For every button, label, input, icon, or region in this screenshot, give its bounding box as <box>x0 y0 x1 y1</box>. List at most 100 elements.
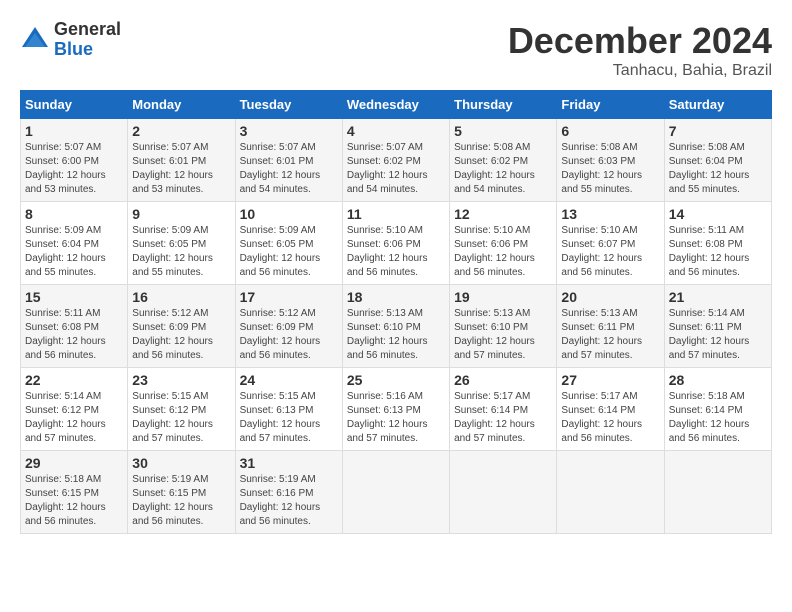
day-info: Sunrise: 5:10 AM Sunset: 6:07 PM Dayligh… <box>561 224 659 280</box>
day-info: Sunrise: 5:18 AM Sunset: 6:15 PM Dayligh… <box>25 473 123 529</box>
calendar-cell: 8 Sunrise: 5:09 AM Sunset: 6:04 PM Daylig… <box>21 202 128 285</box>
day-number: 26 <box>454 372 552 388</box>
calendar-cell: 25Sunrise: 5:16 AM Sunset: 6:13 PM Dayli… <box>342 368 449 451</box>
calendar-cell: 12 Sunrise: 5:10 AM Sunset: 6:06 PM Dayli… <box>450 202 557 285</box>
week-row-4: 22 Sunrise: 5:14 AM Sunset: 6:12 PM Dayli… <box>21 368 772 451</box>
header-cell-thursday: Thursday <box>450 91 557 119</box>
day-number: 17 <box>240 289 338 305</box>
logo-blue: Blue <box>54 40 121 60</box>
calendar-table: SundayMondayTuesdayWednesdayThursdayFrid… <box>20 90 772 534</box>
day-info: Sunrise: 5:08 AM Sunset: 6:02 PM Dayligh… <box>454 141 552 197</box>
day-number: 8 <box>25 206 123 222</box>
day-info: Sunrise: 5:19 AM Sunset: 6:15 PM Dayligh… <box>132 473 230 529</box>
day-number: 22 <box>25 372 123 388</box>
day-number: 1 <box>25 123 123 139</box>
page-header: General Blue December 2024 Tanhacu, Bahi… <box>20 20 772 80</box>
day-number: 31 <box>240 455 338 471</box>
day-number: 18 <box>347 289 445 305</box>
calendar-body: 1 Sunrise: 5:07 AM Sunset: 6:00 PM Daylig… <box>21 119 772 534</box>
day-number: 19 <box>454 289 552 305</box>
calendar-cell: 26Sunrise: 5:17 AM Sunset: 6:14 PM Dayli… <box>450 368 557 451</box>
day-number: 12 <box>454 206 552 222</box>
calendar-cell: 22 Sunrise: 5:14 AM Sunset: 6:12 PM Dayli… <box>21 368 128 451</box>
day-number: 10 <box>240 206 338 222</box>
calendar-cell <box>557 451 664 534</box>
header-cell-sunday: Sunday <box>21 91 128 119</box>
logo-general: General <box>54 20 121 40</box>
calendar-cell: 7Sunrise: 5:08 AM Sunset: 6:04 PM Daylig… <box>664 119 771 202</box>
day-info: Sunrise: 5:18 AM Sunset: 6:14 PM Dayligh… <box>669 390 767 446</box>
calendar-cell: 30 Sunrise: 5:19 AM Sunset: 6:15 PM Dayli… <box>128 451 235 534</box>
calendar-cell: 3 Sunrise: 5:07 AM Sunset: 6:01 PM Daylig… <box>235 119 342 202</box>
calendar-cell: 11Sunrise: 5:10 AM Sunset: 6:06 PM Dayli… <box>342 202 449 285</box>
header-cell-saturday: Saturday <box>664 91 771 119</box>
day-number: 9 <box>132 206 230 222</box>
calendar-cell: 6 Sunrise: 5:08 AM Sunset: 6:03 PM Daylig… <box>557 119 664 202</box>
day-info: Sunrise: 5:11 AM Sunset: 6:08 PM Dayligh… <box>669 224 767 280</box>
calendar-cell: 9 Sunrise: 5:09 AM Sunset: 6:05 PM Daylig… <box>128 202 235 285</box>
calendar-cell: 19 Sunrise: 5:13 AM Sunset: 6:10 PM Dayli… <box>450 285 557 368</box>
day-number: 5 <box>454 123 552 139</box>
calendar-cell <box>342 451 449 534</box>
day-number: 30 <box>132 455 230 471</box>
week-row-3: 15Sunrise: 5:11 AM Sunset: 6:08 PM Dayli… <box>21 285 772 368</box>
title-block: December 2024 Tanhacu, Bahia, Brazil <box>508 20 772 80</box>
day-info: Sunrise: 5:09 AM Sunset: 6:04 PM Dayligh… <box>25 224 123 280</box>
week-row-1: 1 Sunrise: 5:07 AM Sunset: 6:00 PM Daylig… <box>21 119 772 202</box>
day-number: 3 <box>240 123 338 139</box>
day-info: Sunrise: 5:14 AM Sunset: 6:11 PM Dayligh… <box>669 307 767 363</box>
calendar-cell <box>664 451 771 534</box>
header-row: SundayMondayTuesdayWednesdayThursdayFrid… <box>21 91 772 119</box>
day-info: Sunrise: 5:09 AM Sunset: 6:05 PM Dayligh… <box>240 224 338 280</box>
day-info: Sunrise: 5:12 AM Sunset: 6:09 PM Dayligh… <box>132 307 230 363</box>
calendar-cell: 28 Sunrise: 5:18 AM Sunset: 6:14 PM Dayli… <box>664 368 771 451</box>
day-number: 16 <box>132 289 230 305</box>
day-info: Sunrise: 5:19 AM Sunset: 6:16 PM Dayligh… <box>240 473 338 529</box>
day-info: Sunrise: 5:10 AM Sunset: 6:06 PM Dayligh… <box>347 224 445 280</box>
day-info: Sunrise: 5:08 AM Sunset: 6:03 PM Dayligh… <box>561 141 659 197</box>
day-info: Sunrise: 5:10 AM Sunset: 6:06 PM Dayligh… <box>454 224 552 280</box>
location: Tanhacu, Bahia, Brazil <box>508 62 772 80</box>
day-info: Sunrise: 5:08 AM Sunset: 6:04 PM Dayligh… <box>669 141 767 197</box>
calendar-cell: 4 Sunrise: 5:07 AM Sunset: 6:02 PM Daylig… <box>342 119 449 202</box>
calendar-cell: 16 Sunrise: 5:12 AM Sunset: 6:09 PM Dayli… <box>128 285 235 368</box>
day-number: 28 <box>669 372 767 388</box>
day-info: Sunrise: 5:07 AM Sunset: 6:02 PM Dayligh… <box>347 141 445 197</box>
calendar-cell: 17 Sunrise: 5:12 AM Sunset: 6:09 PM Dayli… <box>235 285 342 368</box>
month-title: December 2024 <box>508 20 772 62</box>
week-row-5: 29 Sunrise: 5:18 AM Sunset: 6:15 PM Dayli… <box>21 451 772 534</box>
day-number: 21 <box>669 289 767 305</box>
calendar-cell: 24Sunrise: 5:15 AM Sunset: 6:13 PM Dayli… <box>235 368 342 451</box>
logo: General Blue <box>20 20 121 60</box>
logo-text: General Blue <box>54 20 121 60</box>
day-number: 13 <box>561 206 659 222</box>
day-info: Sunrise: 5:09 AM Sunset: 6:05 PM Dayligh… <box>132 224 230 280</box>
calendar-cell: 2Sunrise: 5:07 AM Sunset: 6:01 PM Daylig… <box>128 119 235 202</box>
calendar-cell: 13 Sunrise: 5:10 AM Sunset: 6:07 PM Dayli… <box>557 202 664 285</box>
calendar-cell: 29 Sunrise: 5:18 AM Sunset: 6:15 PM Dayli… <box>21 451 128 534</box>
day-number: 29 <box>25 455 123 471</box>
header-cell-tuesday: Tuesday <box>235 91 342 119</box>
day-info: Sunrise: 5:12 AM Sunset: 6:09 PM Dayligh… <box>240 307 338 363</box>
day-info: Sunrise: 5:07 AM Sunset: 6:00 PM Dayligh… <box>25 141 123 197</box>
header-cell-monday: Monday <box>128 91 235 119</box>
logo-icon <box>20 25 50 55</box>
header-cell-friday: Friday <box>557 91 664 119</box>
day-info: Sunrise: 5:15 AM Sunset: 6:12 PM Dayligh… <box>132 390 230 446</box>
header-cell-wednesday: Wednesday <box>342 91 449 119</box>
day-number: 6 <box>561 123 659 139</box>
day-info: Sunrise: 5:07 AM Sunset: 6:01 PM Dayligh… <box>240 141 338 197</box>
day-number: 4 <box>347 123 445 139</box>
calendar-cell: 1 Sunrise: 5:07 AM Sunset: 6:00 PM Daylig… <box>21 119 128 202</box>
day-info: Sunrise: 5:13 AM Sunset: 6:10 PM Dayligh… <box>454 307 552 363</box>
day-number: 15 <box>25 289 123 305</box>
day-info: Sunrise: 5:17 AM Sunset: 6:14 PM Dayligh… <box>561 390 659 446</box>
day-number: 14 <box>669 206 767 222</box>
day-info: Sunrise: 5:13 AM Sunset: 6:10 PM Dayligh… <box>347 307 445 363</box>
day-info: Sunrise: 5:07 AM Sunset: 6:01 PM Dayligh… <box>132 141 230 197</box>
calendar-cell: 23Sunrise: 5:15 AM Sunset: 6:12 PM Dayli… <box>128 368 235 451</box>
day-info: Sunrise: 5:14 AM Sunset: 6:12 PM Dayligh… <box>25 390 123 446</box>
day-number: 24 <box>240 372 338 388</box>
calendar-cell: 21 Sunrise: 5:14 AM Sunset: 6:11 PM Dayli… <box>664 285 771 368</box>
calendar-cell: 5 Sunrise: 5:08 AM Sunset: 6:02 PM Daylig… <box>450 119 557 202</box>
